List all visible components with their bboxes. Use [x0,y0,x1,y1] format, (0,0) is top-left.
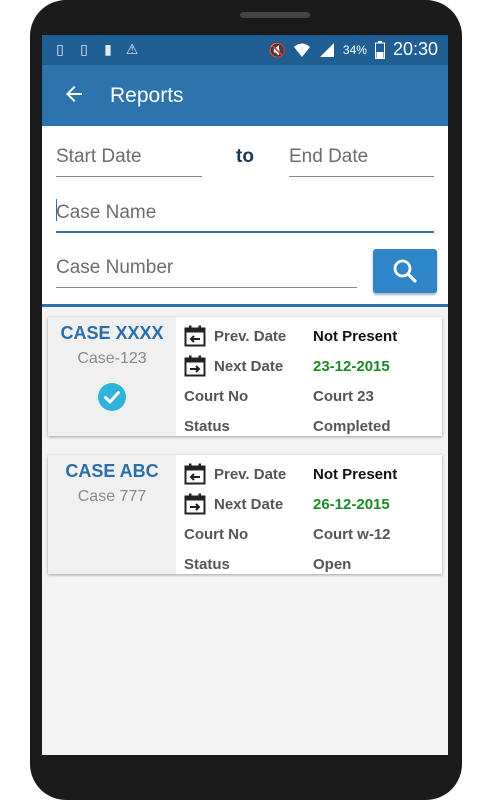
case-number: Case-123 [77,350,147,367]
case-name-placeholder: Case Name [56,202,157,223]
calendar-next-icon [184,493,206,515]
prev-date-row: Prev. Date Not Present [176,322,442,352]
warning-icon: ⚠ [125,41,139,57]
calendar-prev-icon [184,463,206,485]
court-no-value: Court 23 [313,388,374,405]
court-no-label: Court No [184,526,249,543]
case-card[interactable]: CASE XXXX Case-123 Prev. Date Not Presen… [48,317,442,436]
clock: 20:30 [392,39,438,59]
prev-date-row: Prev. Date Not Present [176,460,442,490]
mute-icon: 🔇 [268,41,287,58]
phone-speaker [240,12,310,18]
case-number-input[interactable]: Case Number [56,257,357,288]
app-bar: Reports [42,65,448,126]
text-cursor [56,199,57,221]
sim-card-icon: ▯ [80,41,88,57]
status-row: Status Completed [176,412,442,442]
prev-date-label: Prev. Date [214,328,287,345]
case-summary: CASE XXXX Case-123 [48,317,176,436]
next-date-label: Next Date [214,496,284,513]
battery-icon [374,40,385,59]
prev-date-value: Not Present [313,466,398,483]
case-list: CASE XXXX Case-123 Prev. Date Not Presen… [42,307,448,755]
case-details: Prev. Date Not Present Next Date 23-12-2… [176,317,442,436]
search-button[interactable] [373,249,437,293]
arrow-back-icon[interactable] [62,82,86,106]
page-title: Reports [110,84,184,107]
calendar-prev-icon [184,325,206,347]
case-title: CASE XXXX [60,323,164,343]
status-value: Open [313,556,352,573]
case-summary: CASE ABC Case 777 [48,455,176,574]
sim-card-icon: ▯ [56,41,64,57]
status-label: Status [184,556,230,573]
court-no-row: Court No Court 23 [176,382,442,412]
status-row: Status Open [176,550,442,580]
status-bar: ▯ ▯ ▮ ⚠ 🔇 34% 20:30 [42,35,448,65]
status-label: Status [184,418,230,435]
signal-icon [319,42,334,57]
end-date-placeholder: End Date [289,146,369,167]
start-date-placeholder: Start Date [56,146,142,167]
next-date-row: Next Date 23-12-2015 [176,352,442,382]
end-date-field[interactable]: End Date [289,146,434,177]
court-no-label: Court No [184,388,249,405]
next-date-value: 26-12-2015 [313,496,390,513]
search-icon [393,259,417,283]
court-no-value: Court w-12 [313,526,391,543]
case-card[interactable]: CASE ABC Case 777 Prev. Date Not Present [48,455,442,574]
calendar-next-icon [184,355,206,377]
status-value: Completed [313,418,391,435]
wifi-icon [293,43,310,57]
prev-date-label: Prev. Date [214,466,287,483]
system-status: 🔇 34% 20:30 [269,39,438,60]
case-details: Prev. Date Not Present Next Date 26-12-2… [176,455,442,574]
prev-date-value: Not Present [313,328,398,345]
case-title: CASE ABC [65,461,159,481]
notification-icons: ▯ ▯ ▮ ⚠ [52,40,140,58]
court-no-row: Court No Court w-12 [176,520,442,550]
app-screen: ▯ ▯ ▮ ⚠ 🔇 34% 20:30 Reports Start Date t… [42,35,448,755]
report-filter-form: Start Date to End Date Case Name Case Nu… [42,126,448,306]
to-label: to [236,146,254,167]
case-number-placeholder: Case Number [56,257,174,278]
case-name-input[interactable]: Case Name [56,202,434,233]
completed-check-icon [98,383,126,411]
battery-percentage: 34% [342,42,367,57]
case-number: Case 777 [77,488,147,505]
sd-card-icon: ▮ [104,41,112,57]
next-date-row: Next Date 26-12-2015 [176,490,442,520]
next-date-label: Next Date [214,358,284,375]
next-date-value: 23-12-2015 [313,358,390,375]
start-date-field[interactable]: Start Date [56,146,202,177]
